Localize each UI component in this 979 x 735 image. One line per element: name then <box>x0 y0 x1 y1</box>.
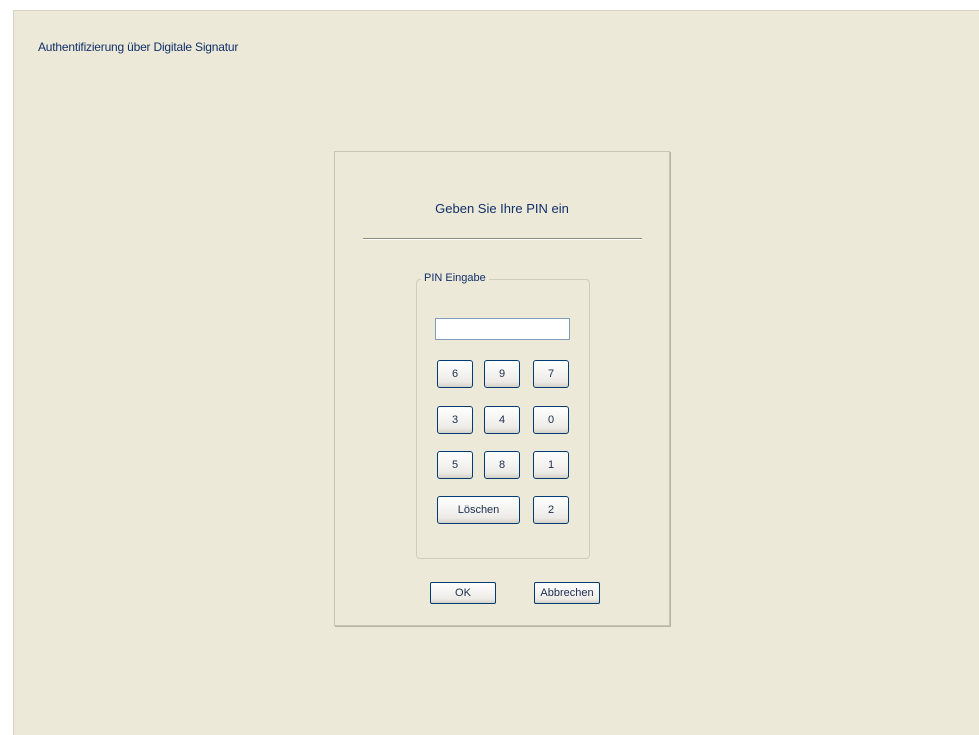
pin-entry-group-label: PIN Eingabe <box>421 272 489 284</box>
window-title: Authentifizierung über Digitale Signatur <box>38 40 239 54</box>
key-4[interactable]: 4 <box>484 406 520 434</box>
pin-dialog: Geben Sie Ihre PIN ein PIN Eingabe 6 9 7… <box>334 151 670 626</box>
clear-button[interactable]: Löschen <box>437 496 520 524</box>
ok-button[interactable]: OK <box>430 582 496 604</box>
separator <box>363 238 642 240</box>
key-7[interactable]: 7 <box>533 360 569 388</box>
key-1[interactable]: 1 <box>533 451 569 479</box>
pin-entry-group: PIN Eingabe 6 9 7 3 4 0 5 8 1 Löschen 2 <box>416 272 590 559</box>
pin-prompt: Geben Sie Ihre PIN ein <box>435 201 569 216</box>
key-9[interactable]: 9 <box>484 360 520 388</box>
key-6[interactable]: 6 <box>437 360 473 388</box>
pin-input[interactable] <box>435 318 570 340</box>
key-5[interactable]: 5 <box>437 451 473 479</box>
key-2[interactable]: 2 <box>533 496 569 524</box>
key-8[interactable]: 8 <box>484 451 520 479</box>
main-window: Authentifizierung über Digitale Signatur… <box>13 10 979 735</box>
key-0[interactable]: 0 <box>533 406 569 434</box>
cancel-button[interactable]: Abbrechen <box>534 582 600 604</box>
key-3[interactable]: 3 <box>437 406 473 434</box>
